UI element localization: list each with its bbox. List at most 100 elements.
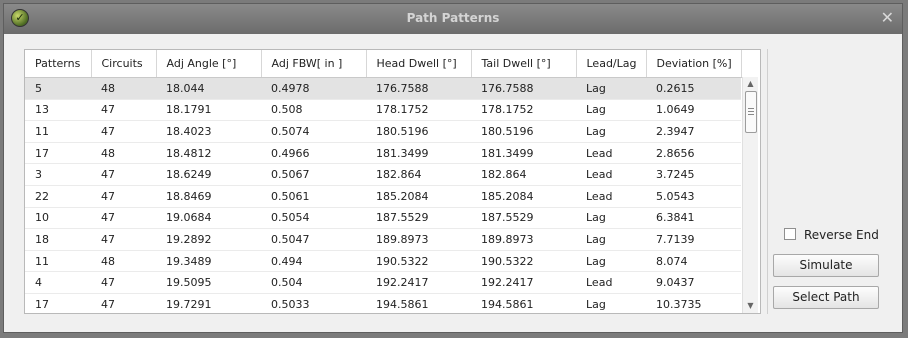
table-cell: 192.2417 (471, 271, 576, 294)
window-title: Path Patterns (406, 11, 500, 25)
table-cell: 0.5033 (261, 293, 366, 313)
table-cell: 17 (25, 293, 91, 313)
column-header[interactable]: Head Dwell [°] (366, 50, 472, 78)
table-cell: 10.3735 (646, 293, 741, 313)
table-row[interactable]: 13 47 18.1791 0.508 178.1752 178.1752 Lag 1.064… (25, 99, 741, 122)
table-cell: Lead (576, 142, 646, 165)
column-header[interactable]: Circuits (91, 50, 157, 78)
table-cell: 176.7588 (471, 77, 576, 100)
table-cell: Lag (576, 228, 646, 251)
table-cell: 185.2084 (366, 185, 471, 208)
table-cell: 5.0543 (646, 185, 741, 208)
table-cell: 187.5529 (366, 207, 471, 230)
table-cell: 1.0649 (646, 99, 741, 122)
close-icon[interactable]: ✕ (881, 9, 894, 27)
table-cell: 189.8973 (366, 228, 471, 251)
table-cell: 187.5529 (471, 207, 576, 230)
column-header[interactable]: Deviation [%] (646, 50, 742, 78)
table-cell: 48 (91, 77, 156, 100)
table-cell: 7.7139 (646, 228, 741, 251)
table-cell: Lead (576, 163, 646, 186)
table-cell: 3 (25, 163, 91, 186)
table-cell: 3.7245 (646, 163, 741, 186)
table-cell: Lead (576, 271, 646, 294)
column-header[interactable]: Adj FBW[ in ] (261, 50, 367, 78)
table-row[interactable]: 11 48 19.3489 0.494 190.5322 190.5322 Lag 8.074 (25, 250, 741, 273)
table-cell: 19.7291 (156, 293, 261, 313)
table-cell: 176.7588 (366, 77, 471, 100)
table-cell: 47 (91, 163, 156, 186)
table-cell: 18.4023 (156, 120, 261, 143)
table-cell: 0.4966 (261, 142, 366, 165)
title-bar[interactable]: ✓ Path Patterns ✕ (4, 4, 902, 34)
table-cell: 5 (25, 77, 91, 100)
table-row[interactable]: 18 47 19.2892 0.5047 189.8973 189.8973 Lag 7.71… (25, 228, 741, 251)
table-cell: Lag (576, 77, 646, 100)
table-cell: 22 (25, 185, 91, 208)
table-cell: 182.864 (471, 163, 576, 186)
table-cell: 0.4978 (261, 77, 366, 100)
table-cell: 11 (25, 120, 91, 143)
table-row[interactable]: 22 47 18.8469 0.5061 185.2084 185.2084 Lead 5.0… (25, 185, 741, 208)
table-body: 5 48 18.044 0.4978 176.7588 176.7588 Lag 0.2615… (25, 77, 741, 313)
table-cell: 0.508 (261, 99, 366, 122)
table-cell: 18.6249 (156, 163, 261, 186)
table-cell: Lag (576, 99, 646, 122)
table-cell: 189.8973 (471, 228, 576, 251)
table-cell: 47 (91, 228, 156, 251)
table-cell: 48 (91, 250, 156, 273)
table-row[interactable]: 17 48 18.4812 0.4966 181.3499 181.3499 Lead 2.8… (25, 142, 741, 165)
reverse-end-label[interactable]: Reverse End (804, 228, 879, 242)
column-header[interactable]: Adj Angle [°] (156, 50, 262, 78)
table-cell: Lag (576, 250, 646, 273)
table-cell: 2.8656 (646, 142, 741, 165)
table-cell: 2.3947 (646, 120, 741, 143)
table-cell: Lag (576, 120, 646, 143)
table-cell: 19.5095 (156, 271, 261, 294)
table-cell: 0.5061 (261, 185, 366, 208)
table-cell: 0.2615 (646, 77, 741, 100)
table-cell: 180.5196 (366, 120, 471, 143)
table-row[interactable]: 5 48 18.044 0.4978 176.7588 176.7588 Lag 0.2615 (25, 77, 741, 100)
table-cell: 192.2417 (366, 271, 471, 294)
scroll-down-icon[interactable]: ▼ (743, 299, 758, 313)
table-cell: 182.864 (366, 163, 471, 186)
table-cell: 10 (25, 207, 91, 230)
table-cell: 181.3499 (471, 142, 576, 165)
table-row[interactable]: 11 47 18.4023 0.5074 180.5196 180.5196 Lag 2.39… (25, 120, 741, 143)
table-cell: 47 (91, 120, 156, 143)
table-cell: 0.5067 (261, 163, 366, 186)
table-cell: 0.504 (261, 271, 366, 294)
scroll-thumb[interactable] (745, 91, 757, 133)
column-header[interactable]: Patterns (25, 50, 92, 78)
table-cell: 0.494 (261, 250, 366, 273)
path-patterns-window: ✓ Path Patterns ✕ Patterns Circuits Adj An… (3, 3, 903, 333)
column-header[interactable]: Tail Dwell [°] (471, 50, 577, 78)
table-cell: 0.5054 (261, 207, 366, 230)
simulate-button[interactable]: Simulate (773, 254, 879, 277)
table-row[interactable]: 17 47 19.7291 0.5033 194.5861 194.5861 Lag 10.3… (25, 293, 741, 313)
table-cell: 9.0437 (646, 271, 741, 294)
table-cell: 4 (25, 271, 91, 294)
patterns-table: Patterns Circuits Adj Angle [°] Adj FBW[ in… (25, 50, 742, 313)
table-cell: 190.5322 (366, 250, 471, 273)
column-header[interactable]: Lead/Lag (576, 50, 647, 78)
table-cell: 0.5074 (261, 120, 366, 143)
scroll-up-icon[interactable]: ▲ (743, 77, 758, 91)
table-cell: 6.3841 (646, 207, 741, 230)
table-cell: Lead (576, 185, 646, 208)
table-cell: 0.5047 (261, 228, 366, 251)
table-row[interactable]: 10 47 19.0684 0.5054 187.5529 187.5529 Lag 6.38… (25, 207, 741, 230)
select-path-button[interactable]: Select Path (773, 286, 879, 309)
table-cell: 190.5322 (471, 250, 576, 273)
table-cell: 19.3489 (156, 250, 261, 273)
table-row[interactable]: 4 47 19.5095 0.504 192.2417 192.2417 Lead 9.043… (25, 271, 741, 294)
table-cell: 178.1752 (471, 99, 576, 122)
table-cell: 47 (91, 271, 156, 294)
table-row[interactable]: 3 47 18.6249 0.5067 182.864 182.864 Lead 3.7245 (25, 163, 741, 186)
vertical-scrollbar[interactable]: ▲ ▼ (742, 77, 758, 313)
table-cell: 11 (25, 250, 91, 273)
table-cell: 178.1752 (366, 99, 471, 122)
table-cell: 13 (25, 99, 91, 122)
reverse-end-checkbox[interactable] (784, 228, 796, 240)
